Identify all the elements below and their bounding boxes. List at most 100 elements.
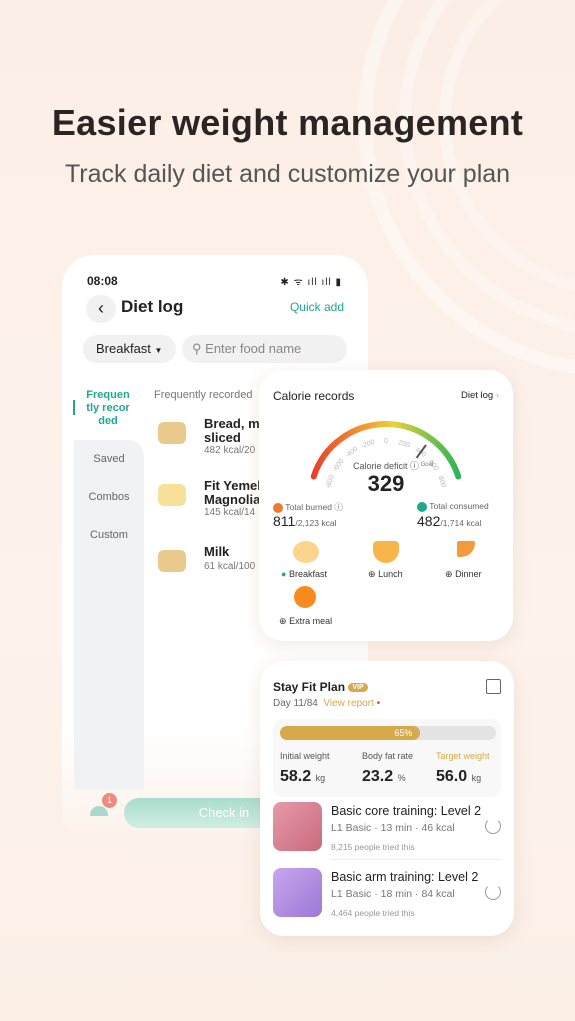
food-kcal: 482 kcal/20	[204, 445, 256, 456]
training-people: 8,215 people tried this	[331, 842, 415, 852]
meal-breakfast[interactable]: ● Breakfast	[281, 569, 327, 579]
diet-log-link[interactable]: Diet log ›	[461, 390, 499, 401]
food-name: Milk	[204, 544, 230, 559]
training-item[interactable]: Basic core training: Level 2 L1 Basic · …	[273, 802, 503, 862]
burned-label: Total burned ⓘ	[273, 501, 343, 513]
cloche-icon	[90, 806, 108, 816]
stat-value: 56.0	[436, 768, 468, 785]
plan-title-text: Stay Fit Plan	[273, 680, 346, 694]
target-weight-value: 56.0 kg	[436, 768, 481, 786]
noodle-bowl-icon[interactable]	[373, 541, 399, 563]
sidebar-item-frequently-recorded[interactable]: Frequen tly recor ded	[84, 389, 132, 428]
meal-label: Breakfast	[288, 569, 327, 579]
status-icons: ✱ ᯤ ıll ıll ▮	[280, 277, 342, 288]
plan-day: Day 11/84 View report •	[273, 698, 380, 709]
training-meta: L1 Basic · 18 min · 84 kcal	[331, 888, 455, 900]
burned-label-text: Total burned	[285, 502, 333, 512]
meal-extra[interactable]: ⊕ Extra meal	[279, 616, 332, 627]
loading-icon	[485, 884, 501, 900]
decorative-arc	[439, 0, 575, 292]
meal-lunch[interactable]: ⊕ Lunch	[368, 569, 403, 580]
milk-carton-icon	[158, 484, 186, 506]
flame-icon	[273, 502, 283, 513]
back-button[interactable]: ‹	[86, 295, 116, 323]
divider	[331, 859, 501, 860]
orange-icon[interactable]	[294, 586, 316, 608]
diet-log-link-label: Diet log	[460, 390, 494, 401]
training-thumbnail	[273, 802, 322, 851]
caret-down-icon: ▼	[154, 346, 163, 355]
status-time: 08:08	[87, 274, 118, 288]
stat-label: Body fat rate	[362, 751, 414, 761]
info-icon[interactable]: ⓘ	[410, 461, 419, 471]
add-circle-icon: ⊕	[445, 569, 453, 579]
meal-label: Lunch	[378, 569, 403, 579]
calorie-records-card: Calorie records Diet log › -800 -600 -400-…	[259, 370, 513, 641]
stat-unit: kg	[471, 773, 482, 783]
add-circle-icon: ⊕	[279, 616, 287, 626]
search-icon: ⚲	[192, 341, 202, 356]
loading-icon	[485, 818, 501, 834]
gauge-tick-label: -400	[344, 446, 360, 460]
plan-progress-fill: 65%	[280, 726, 421, 740]
list-header: Frequently recorded	[154, 389, 253, 401]
consumed-value: 482/1,714 kcal	[417, 513, 481, 529]
meal-select[interactable]: Breakfast ▼	[83, 335, 176, 363]
training-title: Basic core training: Level 2	[331, 804, 482, 818]
egg-icon[interactable]	[293, 541, 319, 563]
food-kcal: 145 kcal/14	[204, 507, 256, 518]
meal-label: Extra meal	[289, 616, 333, 626]
training-meta: L1 Basic · 13 min · 46 kcal	[331, 822, 455, 834]
stat-label: Target weight	[436, 751, 490, 761]
food-basket-icon	[158, 422, 186, 444]
active-indicator	[73, 400, 75, 415]
food-name: Fit Yemek Magnolia	[204, 478, 265, 507]
gauge-tick-label: -200	[360, 439, 376, 450]
page-title: Diet log	[121, 297, 184, 316]
stay-fit-plan-card: Stay Fit Plan VIP Day 11/84 View report …	[260, 661, 514, 936]
edit-icon[interactable]	[486, 679, 501, 694]
meal-tray-button[interactable]: 1	[88, 793, 117, 822]
meal-label: Dinner	[455, 569, 482, 579]
stat-unit: %	[397, 773, 406, 783]
deficit-label-text: Calorie deficit	[352, 461, 408, 471]
search-placeholder: Enter food name	[205, 341, 302, 356]
gauge-tick-label: 200	[397, 439, 410, 449]
training-title: Basic arm training: Level 2	[331, 870, 479, 884]
body-fat-value: 23.2 %	[362, 768, 406, 786]
add-circle-icon: ⊕	[368, 569, 376, 579]
stat-label: Initial weight	[280, 751, 330, 761]
sidebar-item-custom[interactable]: Custom	[74, 529, 144, 541]
day-counter: Day 11/84	[273, 698, 318, 709]
training-item[interactable]: Basic arm training: Level 2 L1 Basic · 1…	[273, 868, 503, 928]
chevron-right-icon: ›	[495, 390, 499, 401]
info-icon[interactable]: ⓘ	[334, 502, 343, 512]
consumed-label-text: Total consumed	[429, 501, 489, 511]
initial-weight-value: 58.2 kg	[280, 768, 325, 786]
sidebar-item-combos[interactable]: Combos	[74, 491, 144, 503]
food-name: Bread, mi sliced	[204, 416, 264, 445]
pizza-icon[interactable]	[457, 541, 475, 557]
stat-unit: kg	[315, 773, 326, 783]
training-people: 4,464 people tried this	[331, 908, 415, 918]
burned-number: 811	[273, 513, 296, 529]
view-report-link[interactable]: View report	[323, 698, 373, 709]
sidebar-item-saved[interactable]: Saved	[74, 453, 144, 465]
meal-dinner[interactable]: ⊕ Dinner	[445, 569, 482, 580]
food-kcal: 61 kcal/100	[204, 561, 256, 572]
deficit-value: 329	[367, 471, 405, 496]
meal-select-value: Breakfast	[96, 341, 151, 356]
headline: Easier weight management	[51, 102, 524, 143]
stat-value: 23.2	[362, 768, 394, 785]
food-search-input[interactable]: ⚲ Enter food name	[182, 335, 347, 363]
plan-progress-bar: 65%	[280, 726, 496, 740]
card-title: Calorie records	[273, 389, 355, 403]
notification-badge: 1	[102, 793, 117, 808]
consumed-total: /1,714 kcal	[440, 518, 482, 528]
new-dot: •	[376, 698, 381, 709]
sidebar: Saved Combos Custom	[74, 440, 144, 790]
stat-value: 58.2	[280, 768, 312, 785]
food-basket-icon	[158, 550, 186, 572]
burned-total: /2,123 kcal	[295, 518, 337, 528]
quick-add-link[interactable]: Quick add	[290, 300, 344, 314]
